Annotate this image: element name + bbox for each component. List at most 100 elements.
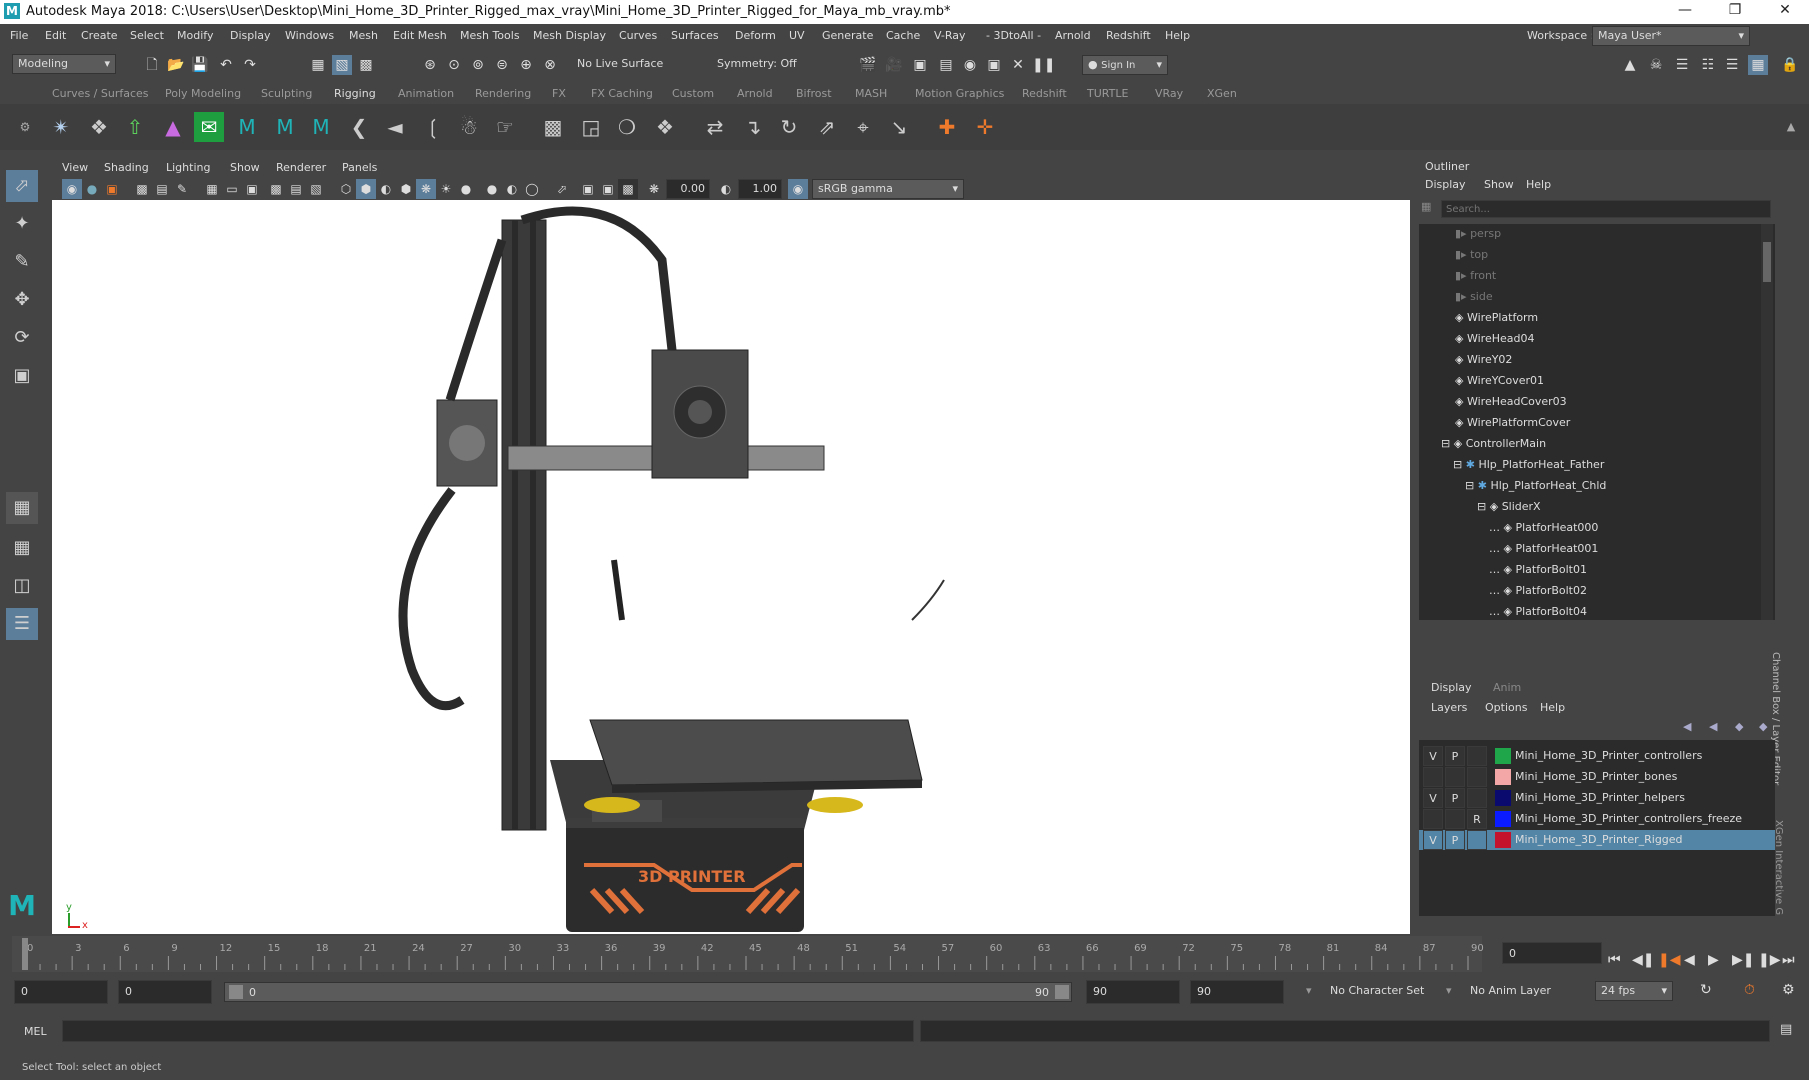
step-back-key-icon[interactable]: ◀❚ xyxy=(1632,952,1655,968)
layer-menu-options[interactable]: Options xyxy=(1485,701,1527,714)
outliner-menu-show[interactable]: Show xyxy=(1484,178,1514,191)
move-layer-up-icon[interactable]: ◀ xyxy=(1683,720,1691,733)
menu-mesh-tools[interactable]: Mesh Tools xyxy=(460,29,520,42)
display-type-toggle[interactable] xyxy=(1467,746,1487,766)
close-icon[interactable]: ✕ xyxy=(1770,2,1800,18)
display-type-toggle[interactable] xyxy=(1467,788,1487,808)
menu-cache[interactable]: Cache xyxy=(886,29,920,42)
menu-file[interactable]: File xyxy=(10,29,28,42)
tab-vray[interactable]: VRay xyxy=(1155,87,1183,100)
gamma-field[interactable]: 1.00 xyxy=(738,179,782,199)
outliner-item[interactable]: … ◈ PlatforHeat001 xyxy=(1489,539,1598,559)
display-type-toggle[interactable]: R xyxy=(1467,809,1487,829)
wrap-icon[interactable]: ❍ xyxy=(612,112,642,142)
tool-settings-icon[interactable]: ☷ xyxy=(1698,55,1718,75)
grease-pencil-icon[interactable]: ✎ xyxy=(172,179,192,199)
humanik-3-icon[interactable]: M xyxy=(306,112,336,142)
tab-curves-surfaces[interactable]: Curves / Surfaces xyxy=(52,87,149,100)
snap-view-icon[interactable]: ⊜ xyxy=(492,55,512,75)
tab-bifrost[interactable]: Bifrost xyxy=(796,87,832,100)
outliner-item[interactable]: ◈ WireHead04 xyxy=(1455,329,1534,349)
image-plane-icon[interactable]: ▩ xyxy=(132,179,152,199)
playback-start-field[interactable]: 0 xyxy=(118,980,212,1004)
visibility-toggle[interactable]: V xyxy=(1423,830,1443,850)
character-icon[interactable]: ☃ xyxy=(454,112,484,142)
locator-icon[interactable]: ✚ xyxy=(932,112,962,142)
tab-arnold[interactable]: Arnold xyxy=(737,87,773,100)
auto-key-icon[interactable]: ⏱ xyxy=(1744,982,1755,998)
tab-turtle[interactable]: TURTLE xyxy=(1087,87,1128,100)
lasso-tool-icon[interactable]: ✦ xyxy=(6,208,38,240)
depth-of-field-icon[interactable]: ◯ xyxy=(522,179,542,199)
restore-icon[interactable]: ❐ xyxy=(1720,2,1750,18)
outliner-item[interactable]: ▮▸ top xyxy=(1455,245,1488,265)
outliner-layout-icon[interactable]: ☰ xyxy=(6,608,38,640)
modeling-toolkit-icon[interactable]: ▲ xyxy=(1620,55,1640,75)
outliner-item[interactable]: ◈ WirePlatform xyxy=(1455,308,1538,328)
collapse-icon[interactable]: ⊟ xyxy=(1441,437,1454,450)
outliner-item[interactable]: ▮▸ front xyxy=(1455,266,1496,286)
go-to-start-icon[interactable]: ⏮ xyxy=(1608,952,1621,968)
outliner-item[interactable]: ⊟ ◈ SliderX xyxy=(1477,497,1541,517)
menu-modify[interactable]: Modify xyxy=(177,29,213,42)
layer-color-swatch[interactable] xyxy=(1495,832,1511,848)
scale-constraint-icon[interactable]: ⇗ xyxy=(812,112,842,142)
menu-generate[interactable]: Generate xyxy=(822,29,873,42)
outliner-item[interactable]: … ◈ PlatforBolt04 xyxy=(1489,602,1587,620)
rotate-tool-icon[interactable]: ⟳ xyxy=(6,322,38,354)
humanik-icon[interactable]: M xyxy=(232,112,262,142)
two-view-icon[interactable]: ◫ xyxy=(6,570,38,602)
tab-animation[interactable]: Animation xyxy=(398,87,454,100)
pause-render-icon[interactable]: ❚❚ xyxy=(1032,55,1055,75)
new-scene-icon[interactable]: 🗋 xyxy=(142,55,162,75)
vray-ipr-icon[interactable]: ✕ xyxy=(1008,55,1028,75)
attribute-editor-icon[interactable]: ☰ xyxy=(1672,55,1692,75)
visibility-toggle[interactable] xyxy=(1423,809,1443,829)
exposure-icon[interactable]: ❋ xyxy=(644,179,664,199)
time-slider[interactable]: 0 3 6 9 12 15 18 21 24 27 30 33 36 39 42 45 48 51 54 57 60 63… xyxy=(12,936,1602,972)
menu-select[interactable]: Select xyxy=(130,29,164,42)
select-camera-icon[interactable]: ◉ xyxy=(62,179,82,199)
symmetry-field[interactable]: Symmetry: Off xyxy=(712,55,822,75)
gamma-icon[interactable]: ◐ xyxy=(716,179,736,199)
sign-in-button[interactable]: ● Sign In ▾ xyxy=(1082,55,1168,75)
hypershade-icon[interactable]: ◉ xyxy=(960,55,980,75)
new-empty-layer-icon[interactable]: ◆ xyxy=(1735,720,1743,733)
outliner-item[interactable]: ⊟ ✱ Hlp_PlatforHeat_Father xyxy=(1453,455,1604,475)
search-options-icon[interactable]: ▦ xyxy=(1421,200,1437,218)
play-forwards-icon[interactable]: ▶ xyxy=(1708,952,1719,968)
lattice-icon[interactable]: ◲ xyxy=(576,112,606,142)
move-tool-icon[interactable]: ✥ xyxy=(6,284,38,316)
step-back-frame-icon[interactable]: ❚◀ xyxy=(1658,952,1681,968)
collapse-icon[interactable]: ⊟ xyxy=(1465,479,1478,492)
single-view-icon[interactable]: ▦ xyxy=(6,492,38,524)
safe-title-icon[interactable]: ▤ xyxy=(286,179,306,199)
tab-rendering[interactable]: Rendering xyxy=(475,87,531,100)
quick-rig-icon[interactable]: ✉ xyxy=(194,112,224,142)
tab-motion-graphics[interactable]: Motion Graphics xyxy=(915,87,1004,100)
resolution-gate-icon[interactable]: ▣ xyxy=(242,179,262,199)
menu-arnold[interactable]: Arnold xyxy=(1055,29,1091,42)
expand-icon[interactable]: … xyxy=(1489,563,1504,576)
layer-row[interactable]: Mini_Home_3D_Printer_bones xyxy=(1419,767,1775,787)
create-joints-icon[interactable]: ✴ xyxy=(46,112,76,142)
expand-icon[interactable]: … xyxy=(1489,542,1504,555)
animation-preferences-icon[interactable]: ⚙ xyxy=(1782,982,1795,998)
parent-constraint-icon[interactable]: ⇄ xyxy=(700,112,730,142)
outliner-item[interactable]: ▮▸ persp xyxy=(1455,224,1501,244)
menu-set-dropdown[interactable]: Modeling ▾ xyxy=(12,54,116,74)
vray-render-icon[interactable]: ▣ xyxy=(984,55,1004,75)
command-input[interactable] xyxy=(62,1020,914,1042)
visibility-toggle[interactable] xyxy=(1423,767,1443,787)
current-frame-field[interactable]: 0 xyxy=(1502,942,1602,964)
menu-mesh-display[interactable]: Mesh Display xyxy=(533,29,606,42)
move-layer-down-icon[interactable]: ◀ xyxy=(1709,720,1717,733)
expand-icon[interactable]: … xyxy=(1489,605,1504,618)
tab-mash[interactable]: MASH xyxy=(855,87,887,100)
range-handle-start[interactable] xyxy=(229,985,243,999)
fps-dropdown[interactable]: 24 fps ▾ xyxy=(1595,981,1673,1001)
paint-weights-icon[interactable]: ❲ xyxy=(418,112,448,142)
menu-deform[interactable]: Deform xyxy=(735,29,776,42)
menu-curves[interactable]: Curves xyxy=(619,29,657,42)
paint-select-icon[interactable]: ✎ xyxy=(6,246,38,278)
